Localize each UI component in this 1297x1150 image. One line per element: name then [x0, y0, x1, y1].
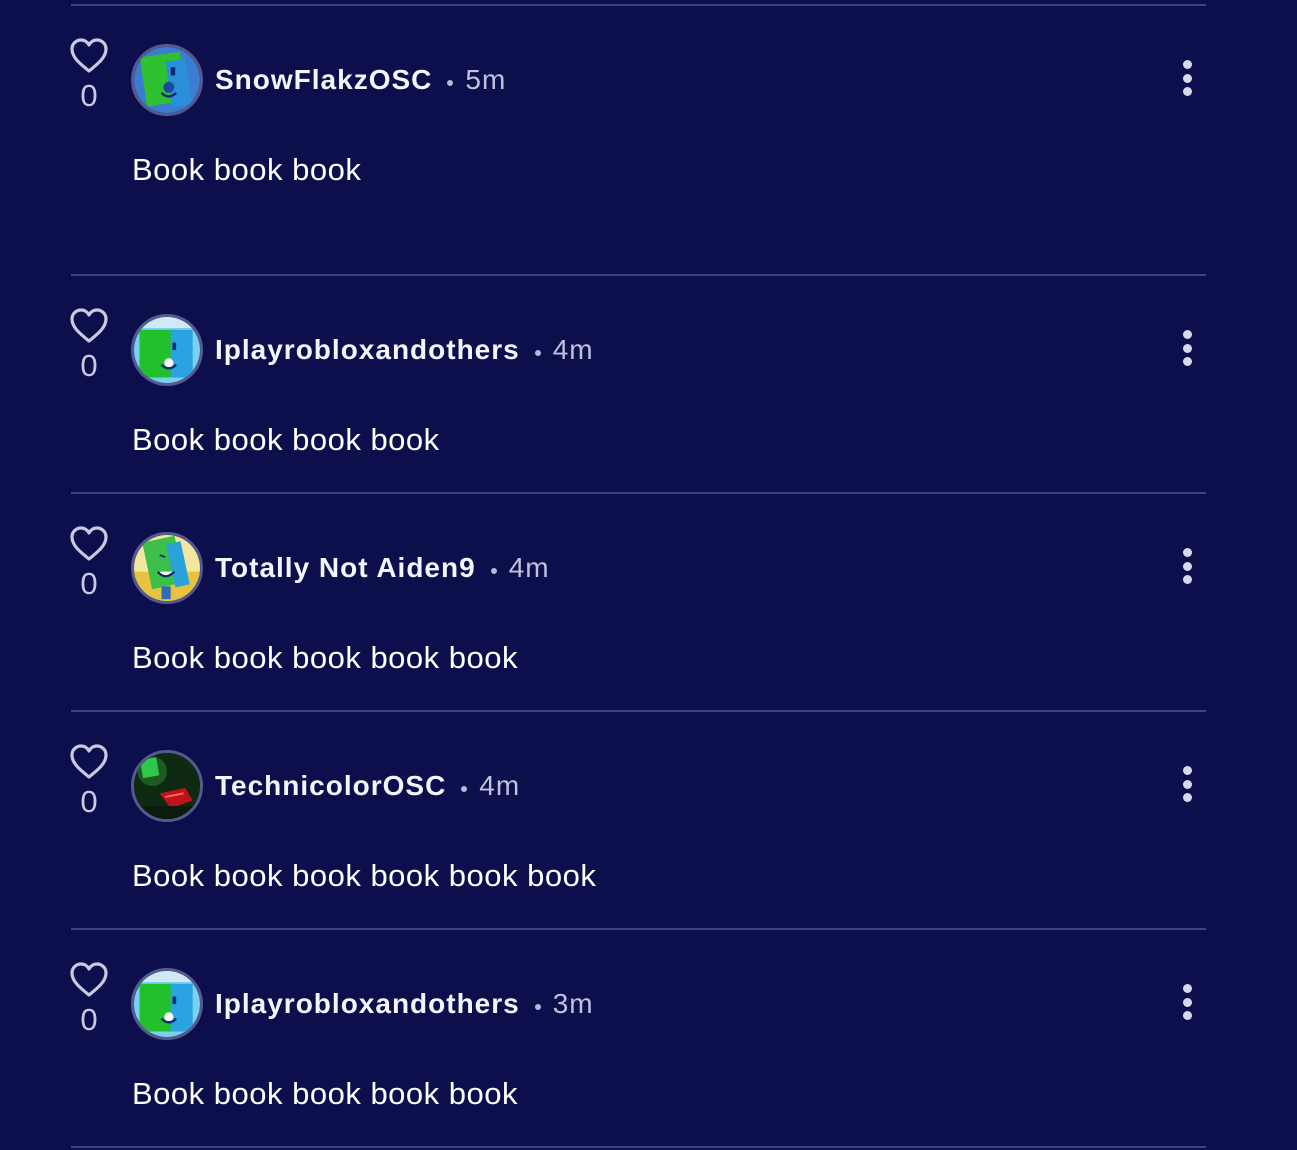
like-count: 0	[80, 78, 98, 113]
vertical-ellipsis-icon-dot	[1182, 343, 1192, 353]
vertical-ellipsis-icon	[1182, 60, 1192, 69]
avatar-image	[134, 317, 200, 383]
separator-dot	[447, 79, 454, 86]
username-link[interactable]: Totally Not Aiden9	[215, 552, 476, 583]
timestamp: 3m	[552, 988, 594, 1019]
comment-divider	[71, 928, 1206, 930]
like-count: 0	[80, 348, 98, 383]
comment-divider	[71, 710, 1206, 712]
comment-divider	[71, 1146, 1206, 1148]
comment-divider	[71, 492, 1206, 494]
vertical-ellipsis-icon-dot	[1182, 1011, 1192, 1020]
comment-feed: 0 SnowFlakzOSC 5m Book book book 0 Iplay…	[0, 0, 1297, 1150]
more-options-button[interactable]	[1168, 548, 1206, 592]
heart-outline-icon	[70, 526, 108, 561]
like-button[interactable]: 0	[66, 744, 112, 818]
separator-dot	[534, 1003, 541, 1010]
avatar[interactable]	[131, 968, 203, 1040]
like-button[interactable]: 0	[66, 308, 112, 382]
more-options-button[interactable]	[1168, 984, 1206, 1028]
comment-text: Book book book book book book	[132, 858, 597, 893]
username-link[interactable]: TechnicolorOSC	[215, 770, 446, 801]
vertical-ellipsis-icon-dot	[1182, 561, 1192, 571]
timestamp: 4m	[508, 552, 550, 583]
heart-outline-icon	[70, 38, 108, 73]
separator-dot	[461, 785, 468, 792]
avatar[interactable]	[131, 314, 203, 386]
top-divider	[71, 4, 1206, 6]
timestamp: 5m	[465, 64, 507, 95]
vertical-ellipsis-icon-dot	[1182, 997, 1192, 1007]
vertical-ellipsis-icon-dot	[1182, 357, 1192, 366]
like-button[interactable]: 0	[66, 962, 112, 1036]
username-link[interactable]: Iplayrobloxandothers	[215, 988, 520, 1019]
comment-meta: Totally Not Aiden9 4m	[215, 550, 550, 586]
like-count: 0	[80, 784, 98, 819]
avatar-image	[134, 971, 200, 1037]
comment-meta: Iplayrobloxandothers 4m	[215, 332, 594, 368]
vertical-ellipsis-icon-dot	[1182, 575, 1192, 584]
more-options-button[interactable]	[1168, 766, 1206, 810]
timestamp: 4m	[479, 770, 521, 801]
vertical-ellipsis-icon-dot	[1182, 779, 1192, 789]
username-link[interactable]: Iplayrobloxandothers	[215, 334, 520, 365]
comment-meta: TechnicolorOSC 4m	[215, 768, 520, 804]
avatar[interactable]	[131, 44, 203, 116]
separator-dot	[534, 349, 541, 356]
like-button[interactable]: 0	[66, 526, 112, 600]
comment-text: Book book book	[132, 152, 362, 187]
more-options-button[interactable]	[1168, 330, 1206, 374]
username-link[interactable]: SnowFlakzOSC	[215, 64, 432, 95]
vertical-ellipsis-icon	[1182, 766, 1192, 775]
comment-divider	[71, 274, 1206, 276]
avatar[interactable]	[131, 532, 203, 604]
vertical-ellipsis-icon	[1182, 548, 1192, 557]
comment-text: Book book book book book	[132, 1076, 518, 1111]
vertical-ellipsis-icon-dot	[1182, 87, 1192, 96]
more-options-button[interactable]	[1168, 60, 1206, 104]
like-count: 0	[80, 1002, 98, 1037]
avatar[interactable]	[131, 750, 203, 822]
heart-outline-icon	[70, 962, 108, 997]
separator-dot	[490, 567, 497, 574]
avatar-image	[134, 47, 200, 113]
heart-outline-icon	[70, 308, 108, 343]
like-count: 0	[80, 566, 98, 601]
comment-text: Book book book book book	[132, 640, 518, 675]
comment-meta: Iplayrobloxandothers 3m	[215, 986, 594, 1022]
avatar-image	[134, 535, 200, 601]
vertical-ellipsis-icon	[1182, 330, 1192, 339]
comment-meta: SnowFlakzOSC 5m	[215, 62, 506, 98]
vertical-ellipsis-icon-dot	[1182, 793, 1192, 802]
like-button[interactable]: 0	[66, 38, 112, 112]
comment-text: Book book book book	[132, 422, 440, 457]
vertical-ellipsis-icon-dot	[1182, 73, 1192, 83]
vertical-ellipsis-icon	[1182, 984, 1192, 993]
avatar-image	[134, 753, 200, 819]
heart-outline-icon	[70, 744, 108, 779]
timestamp: 4m	[552, 334, 594, 365]
